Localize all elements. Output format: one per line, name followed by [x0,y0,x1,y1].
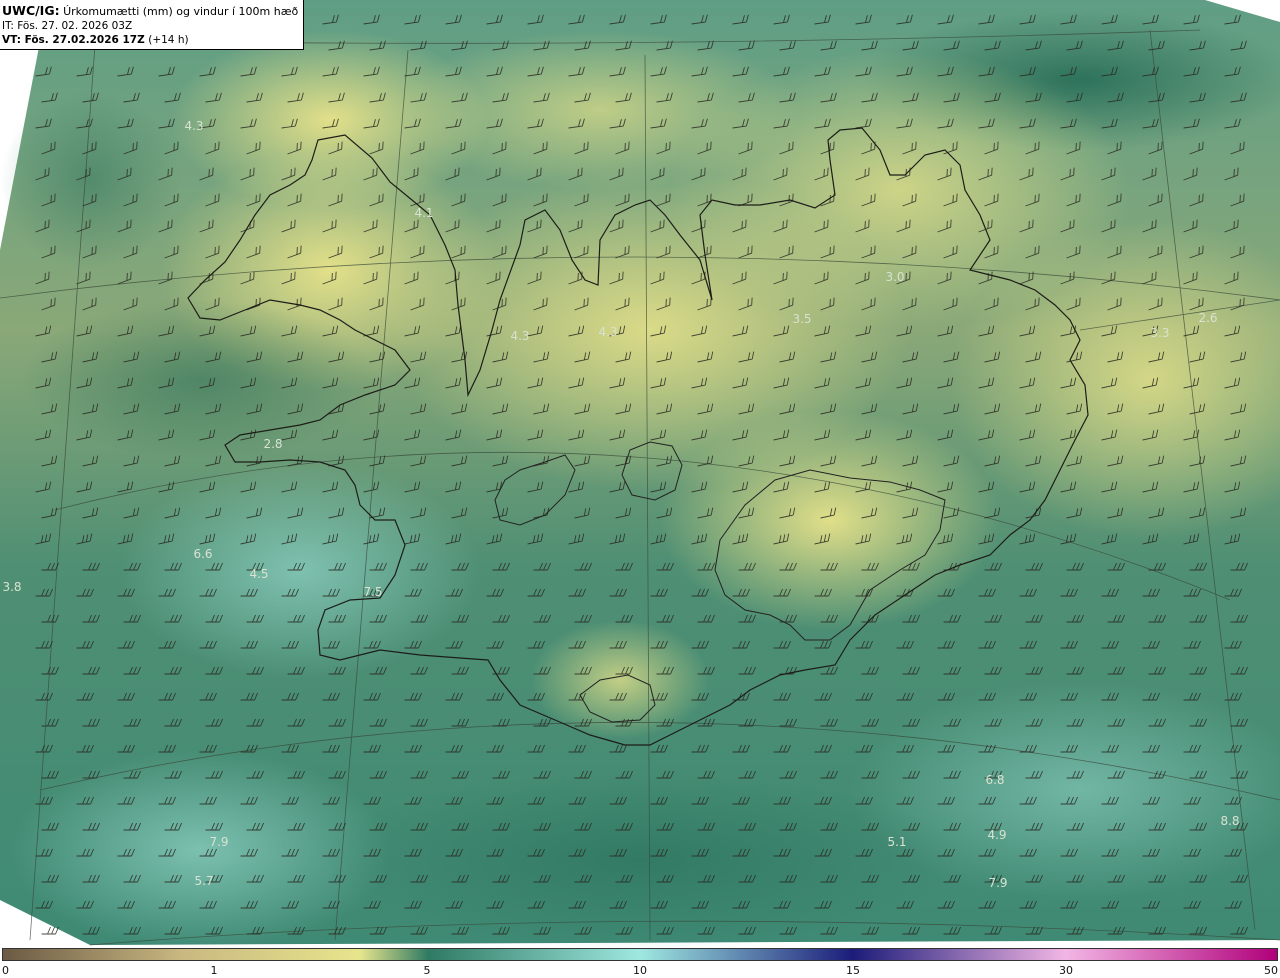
colorbar-tick: 30 [1059,964,1073,977]
init-time: IT: Fös. 27. 02. 2026 03Z [2,20,133,32]
wind-barb [41,926,59,935]
colorbar-tick: 50 [1264,964,1278,977]
value-label: 5.1 [887,835,906,849]
valid-time: VT: Fös. 27.02.2026 17Z [2,34,145,46]
value-label: 7.9 [209,835,228,849]
weather-map: 4.3 4.1 4.3 4.3 3.5 3.3 2.6 2.8 6.6 4.5 … [0,0,1280,948]
value-label: 3.8 [2,580,21,594]
value-label: 5.7 [194,874,213,888]
value-label: 6.8 [985,773,1004,787]
value-label: 4.1 [414,206,433,220]
colorbar-tick: 5 [423,964,431,977]
header-line-3: VT: Fös. 27.02.2026 17Z (+14 h) [2,33,303,47]
value-label: 4.3 [510,329,529,343]
value-label: 7.5 [363,585,382,599]
value-label: 3.5 [792,312,811,326]
colorbar-tick: 10 [633,964,647,977]
value-label: 3.0 [885,270,904,284]
value-label: 8.8 [1220,814,1239,828]
lead-time: (+14 h) [148,34,189,46]
value-label: 7.9 [988,876,1007,890]
map-title: Úrkomumætti (mm) og vindur í 100m hæð [63,5,299,18]
colorbar-tick: 1 [210,964,218,977]
product-label: UWC/IG: [2,3,60,18]
value-label: 2.8 [263,437,282,451]
colorbar: 0 1 5 10 15 30 50 [0,948,1280,978]
value-label: 4.3 [184,119,203,133]
map-header: UWC/IG: Úrkomumætti (mm) og vindur í 100… [0,0,304,50]
value-label: 4.9 [987,828,1006,842]
value-label: 4.3 [598,325,617,339]
value-label: 3.3 [1150,326,1169,340]
colorbar-strip [2,948,1278,961]
header-line-1: UWC/IG: Úrkomumætti (mm) og vindur í 100… [2,4,303,19]
colorbar-tick: 15 [846,964,860,977]
value-label: 6.6 [193,547,212,561]
value-label: 4.5 [249,567,268,581]
value-label: 2.6 [1198,311,1217,325]
colorbar-tick: 0 [2,964,9,977]
